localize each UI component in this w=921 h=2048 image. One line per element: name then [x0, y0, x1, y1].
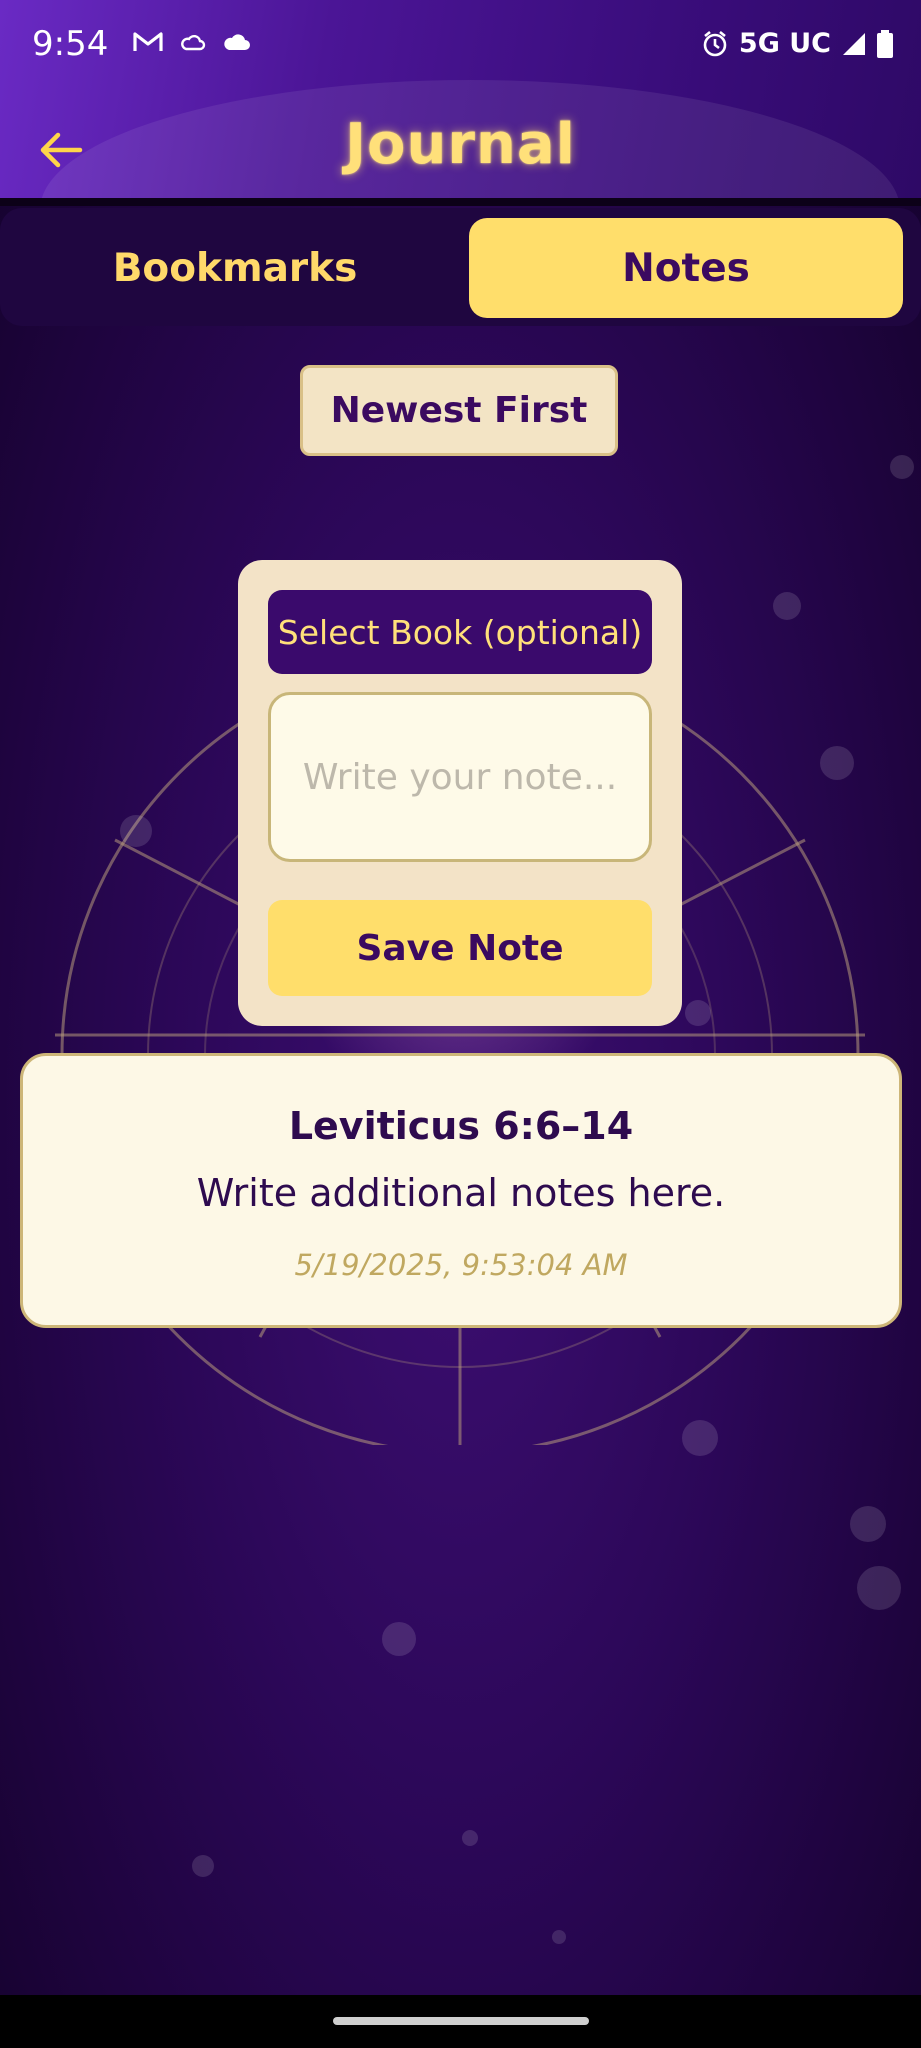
note-text: Write additional notes here. — [196, 1171, 726, 1215]
bokeh-dot — [382, 1622, 416, 1656]
bokeh-dot — [890, 455, 914, 479]
status-time: 9:54 — [32, 24, 109, 64]
note-timestamp: 5/19/2025, 9:53:04 AM — [294, 1248, 628, 1282]
signal-icon — [843, 32, 865, 55]
home-gesture-handle[interactable] — [333, 2017, 589, 2025]
battery-icon — [877, 29, 893, 58]
book-select-dropdown[interactable]: Select Book (optional) — [268, 590, 652, 674]
bokeh-dot — [685, 1000, 711, 1026]
bokeh-dot — [192, 1855, 214, 1877]
tab-bar: Bookmarks Notes — [0, 208, 921, 326]
gmail-icon — [133, 32, 163, 51]
bokeh-dot — [120, 815, 152, 847]
app-header: 9:54 5G UC Journal — [0, 0, 921, 198]
bokeh-dot — [820, 746, 854, 780]
bokeh-dot — [857, 1566, 901, 1610]
system-navigation-bar — [0, 1995, 921, 2048]
sort-order-button[interactable]: Newest First — [300, 365, 618, 456]
tab-bookmarks[interactable]: Bookmarks — [20, 218, 450, 318]
bokeh-dot — [552, 1930, 566, 1944]
tab-notes[interactable]: Notes — [469, 218, 903, 318]
system-status-icons: 5G UC — [701, 28, 893, 59]
note-card[interactable]: Leviticus 6:6–14 Write additional notes … — [20, 1053, 902, 1328]
new-note-form: Select Book (optional) Save Note — [238, 560, 682, 1026]
alarm-icon — [703, 30, 727, 56]
journal-screen: 9:54 5G UC Journal Bookmarks Notes Newes… — [0, 0, 921, 2048]
bokeh-dot — [773, 592, 801, 620]
note-reference: Leviticus 6:6–14 — [288, 1104, 634, 1148]
cloud-icon — [224, 34, 250, 50]
save-note-button[interactable]: Save Note — [268, 900, 652, 996]
status-bar: 9:54 5G UC — [0, 0, 921, 90]
header-divider — [0, 198, 921, 206]
cloud-outline-icon — [181, 34, 206, 51]
network-type-label: 5G UC — [738, 28, 831, 59]
bokeh-dot — [682, 1420, 718, 1456]
bokeh-dot — [850, 1506, 886, 1542]
bokeh-dot — [462, 1830, 478, 1846]
notification-icons — [132, 30, 252, 54]
page-title: Journal — [345, 112, 576, 177]
note-input[interactable] — [268, 692, 652, 862]
